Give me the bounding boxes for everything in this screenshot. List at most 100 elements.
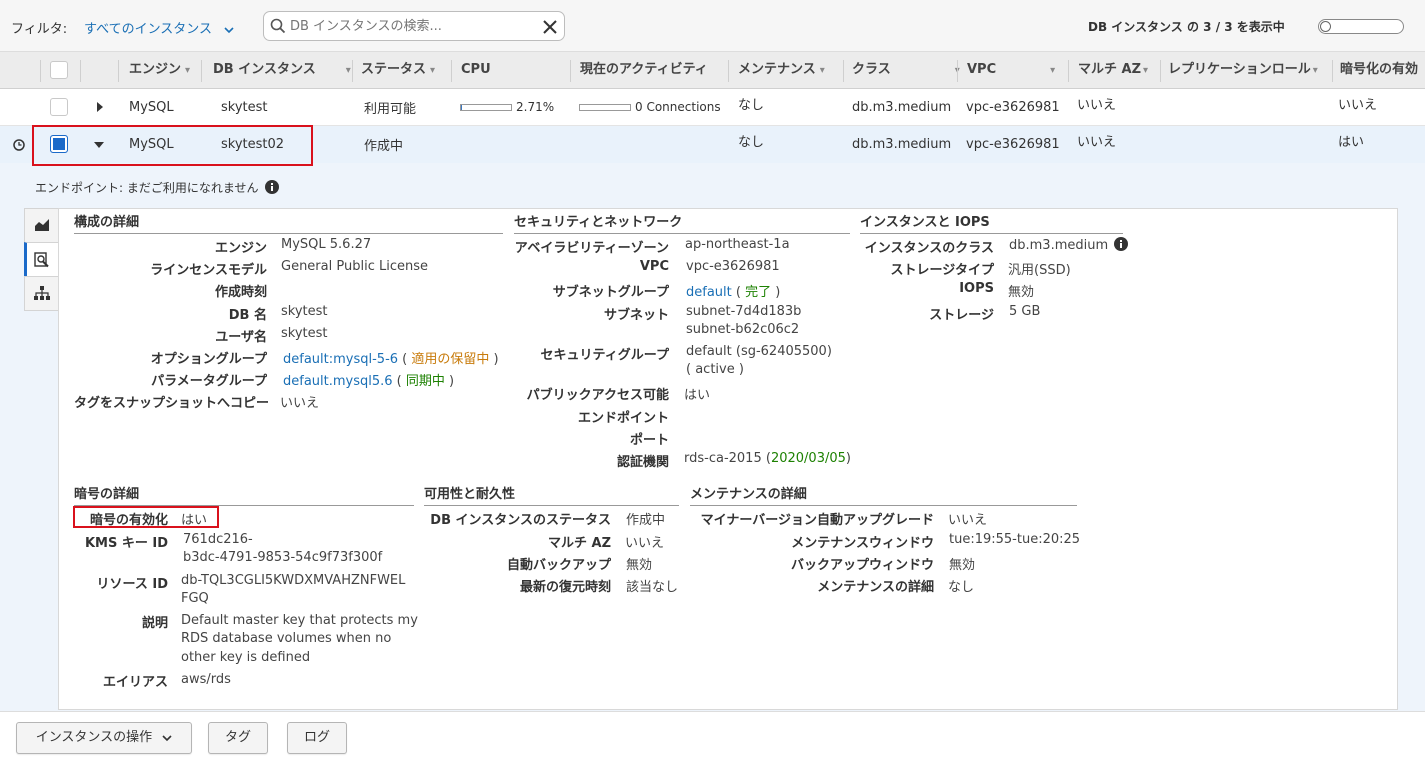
row-checkbox[interactable] <box>50 98 68 116</box>
encryption-desc-value-3: other key is defined <box>181 650 311 665</box>
select-all-checkbox[interactable] <box>50 61 68 79</box>
iops-storage-value: 5 GB <box>1009 304 1041 319</box>
config-license-label: ラインセンスモデル <box>150 263 267 278</box>
maintenance-detail-value: なし <box>948 580 975 595</box>
encryption-alias-label: エイリアス <box>102 675 168 690</box>
col-maintenance[interactable]: メンテナンス ▾ <box>738 52 825 88</box>
filter-label: フィルタ: <box>11 22 68 37</box>
col-activity[interactable]: 現在のアクティビティ <box>580 52 708 88</box>
status-badge: 作成中 <box>364 139 404 154</box>
maintenance-minor-label: マイナーバージョン自動アップグレード <box>700 513 934 528</box>
config-tagcopy-label: タグをスナップショットへコピー <box>74 396 270 411</box>
tab-topology[interactable] <box>24 276 59 311</box>
maintenance-window-value: tue:19:55-tue:20:25 <box>949 532 1081 547</box>
security-vpc-link[interactable]: vpc-e3626981 <box>686 259 780 274</box>
row-multi-az: いいえ <box>1077 135 1117 150</box>
row-vpc: vpc-e3626981 <box>966 137 1060 152</box>
config-user-value: skytest <box>281 326 328 341</box>
paramgroup-link[interactable]: default.mysql5.6 <box>283 374 393 389</box>
table-header: エンジン ▾ DB インスタンス ▾ ステータス ▾ CPU 現在のアクティビティ メ… <box>0 52 1425 89</box>
section-iops-title: インスタンスと IOPS <box>860 214 1123 234</box>
info-icon[interactable] <box>265 180 280 194</box>
endpoint-note: エンドポイント: まだご利用になれません <box>35 179 280 196</box>
secgroup-state: ( active ) <box>686 362 744 377</box>
col-replication[interactable]: レプリケーションロール ▾ <box>1168 52 1318 88</box>
expand-caret-icon[interactable] <box>96 101 104 113</box>
sort-icon: ▾ <box>819 65 825 76</box>
encryption-desc-value-2: RDS database volumes when no <box>181 631 392 646</box>
iops-storage-type-value: 汎用(SSD) <box>1008 263 1071 278</box>
config-tagcopy-value: いいえ <box>280 396 320 411</box>
encryption-resource-value-1: db-TQL3CGLI5KWDXMVAHZNFWEL <box>181 573 406 588</box>
row-vpc: vpc-e3626981 <box>966 100 1060 115</box>
clock-icon <box>13 139 25 151</box>
section-security-title: セキュリティとネットワーク <box>514 214 850 234</box>
col-db-instance[interactable]: DB インスタンス ▾ <box>213 52 351 88</box>
col-status[interactable]: ステータス ▾ <box>361 52 435 88</box>
availability-status-label: DB インスタンスのステータス <box>430 513 611 528</box>
row-maintenance: なし <box>738 135 765 150</box>
row-encryption: いいえ <box>1338 98 1378 113</box>
subnet-link-2[interactable]: subnet-b62c06c2 <box>686 322 799 337</box>
availability-status-value: 作成中 <box>626 513 666 528</box>
tags-button[interactable]: タグ <box>208 722 268 754</box>
row-engine: MySQL <box>129 100 174 115</box>
config-paramgroup-label: パラメータグループ <box>151 374 267 389</box>
col-engine[interactable]: エンジン ▾ <box>129 52 190 88</box>
security-az-label: アベイラビリティーゾーン <box>514 241 669 256</box>
row-maintenance: なし <box>738 98 765 113</box>
config-created-label: 作成時刻 <box>214 285 267 300</box>
search-input[interactable] <box>288 15 533 37</box>
logs-button[interactable]: ログ <box>287 722 347 754</box>
subnet-link-1[interactable]: subnet-7d4d183b <box>686 304 801 319</box>
filter-dropdown[interactable]: すべてのインスタンス <box>84 18 234 37</box>
subnetgroup-link[interactable]: default <box>686 285 732 300</box>
kms-key-link-1[interactable]: 761dc216- <box>183 532 253 547</box>
status-badge: 利用可能 <box>364 102 417 117</box>
secgroup-link[interactable]: default (sg-62405500) <box>686 344 832 359</box>
instance-actions-button[interactable]: インスタンスの操作 <box>16 722 192 754</box>
chart-icon <box>35 219 49 231</box>
security-public-label: パブリックアクセス可能 <box>526 388 669 403</box>
tab-details[interactable] <box>24 242 59 277</box>
availability-multiaz-label: マルチ AZ <box>547 536 611 551</box>
highlight-box-encryption <box>73 506 219 528</box>
row-activity: 0 Connections <box>635 100 721 114</box>
close-icon[interactable] <box>543 20 557 34</box>
security-vpc-label: VPC <box>639 259 669 274</box>
col-vpc[interactable]: VPC ▾ <box>967 52 1055 88</box>
security-ca-label: 認証機関 <box>616 455 669 470</box>
iops-class-label: インスタンスのクラス <box>864 241 994 256</box>
col-encryption[interactable]: 暗号化の有効 <box>1340 52 1425 88</box>
encryption-desc-value-1: Default master key that protects my <box>181 613 418 628</box>
instance-count: DB インスタンス の 3 / 3 を表示中 <box>1088 20 1285 34</box>
table-row[interactable]: MySQL skytest 利用可能 2.71% 0 Connections な… <box>0 89 1425 126</box>
optgroup-link[interactable]: default:mysql-5-6 <box>283 352 398 367</box>
availability-restore-value: 該当なし <box>626 580 679 595</box>
kms-key-link-2[interactable]: b3dc-4791-9853-54c9f73f300f <box>183 550 382 565</box>
chevron-down-icon <box>162 734 172 741</box>
row-encryption: はい <box>1338 135 1365 150</box>
sort-icon: ▾ <box>345 65 351 76</box>
encryption-desc-label: 説明 <box>141 616 168 631</box>
maintenance-detail-label: メンテナンスの詳細 <box>817 580 934 595</box>
magnify-doc-icon <box>34 252 49 268</box>
toggle-knob <box>1320 21 1331 32</box>
iops-storage-type-label: ストレージタイプ <box>890 263 994 278</box>
row-instance[interactable]: skytest <box>221 89 268 126</box>
col-multi-az[interactable]: マルチ AZ ▾ <box>1078 52 1148 88</box>
iops-storage-label: ストレージ <box>929 308 994 323</box>
col-cpu[interactable]: CPU <box>461 52 491 88</box>
col-class[interactable]: クラス▾ <box>852 52 960 88</box>
info-icon[interactable] <box>1114 237 1129 251</box>
maintenance-backup-window-value: 無効 <box>949 558 976 573</box>
toggle-switch[interactable] <box>1318 19 1404 34</box>
filter-selected: すべてのインスタンス <box>84 22 213 37</box>
tab-monitoring[interactable] <box>24 208 59 243</box>
availability-backup-value: 無効 <box>626 558 653 573</box>
security-subnetgroup-label: サブネットグループ <box>552 285 669 300</box>
search-box <box>263 11 565 41</box>
security-public-value: はい <box>684 388 711 403</box>
maintenance-minor-value: いいえ <box>948 513 988 528</box>
config-dbname-label: DB 名 <box>228 308 267 323</box>
